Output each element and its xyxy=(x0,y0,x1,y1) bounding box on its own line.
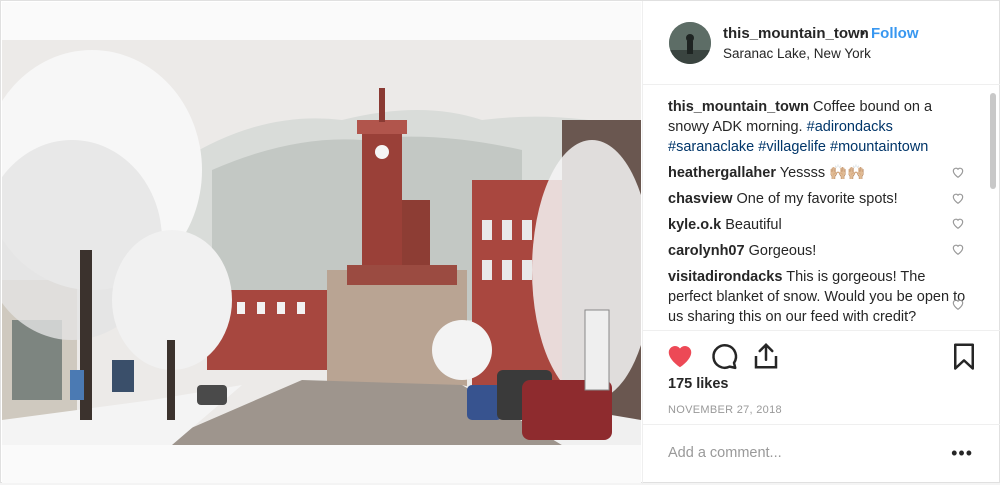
more-options-icon[interactable]: ••• xyxy=(951,443,973,464)
comment-username[interactable]: heathergallaher xyxy=(668,165,776,181)
comment-text: Gorgeous! xyxy=(748,243,817,259)
comment-item: kyle.o.k Beautiful xyxy=(668,215,968,235)
heart-outline-icon[interactable] xyxy=(951,297,965,311)
post-date[interactable]: NOVEMBER 27, 2018 xyxy=(668,404,782,416)
comment-text: Beautiful xyxy=(725,217,782,233)
heart-outline-icon[interactable] xyxy=(951,165,965,179)
comment-username[interactable]: kyle.o.k xyxy=(668,217,721,233)
add-comment-input[interactable]: Add a comment... xyxy=(668,445,782,461)
heart-filled-icon[interactable] xyxy=(665,341,695,371)
post-sidebar: this_mountain_town • Follow Saranac Lake… xyxy=(642,1,1000,484)
likes-count[interactable]: 175 likes xyxy=(668,376,728,392)
comment-username[interactable]: carolynh07 xyxy=(668,243,745,259)
comment-item: chasview One of my favorite spots! xyxy=(668,189,968,209)
comments-scrollbar[interactable] xyxy=(990,93,996,189)
comment-item: visitadirondacks This is gorgeous! The p… xyxy=(668,267,968,327)
comment-text: Yessss 🙌🏼🙌🏼 xyxy=(779,165,866,181)
caption: this_mountain_town Coffee bound on a sno… xyxy=(668,97,968,157)
location-link[interactable]: Saranac Lake, New York xyxy=(723,46,871,61)
comments-list[interactable]: this_mountain_town Coffee bound on a sno… xyxy=(668,97,968,329)
username[interactable]: this_mountain_town xyxy=(723,25,869,42)
heart-outline-icon[interactable] xyxy=(951,216,965,230)
caption-username[interactable]: this_mountain_town xyxy=(668,99,809,115)
comment-item: carolynh07 Gorgeous! xyxy=(668,241,968,261)
follow-button[interactable]: Follow xyxy=(871,25,919,42)
share-icon[interactable] xyxy=(751,341,781,371)
bookmark-icon[interactable] xyxy=(949,341,979,371)
heart-outline-icon[interactable] xyxy=(951,191,965,205)
comment-item: heathergallaher Yessss 🙌🏼🙌🏼 xyxy=(668,163,968,183)
heart-outline-icon[interactable] xyxy=(951,242,965,256)
instagram-post: this_mountain_town • Follow Saranac Lake… xyxy=(0,0,1000,484)
separator-dot: • xyxy=(860,25,866,42)
comment-bubble-icon[interactable] xyxy=(709,341,739,371)
post-header: this_mountain_town • Follow Saranac Lake… xyxy=(643,1,1000,85)
comment-bar: Add a comment... ••• xyxy=(643,424,1000,485)
snowy-street-image xyxy=(2,40,641,445)
comment-username[interactable]: visitadirondacks xyxy=(668,269,782,285)
comment-text: One of my favorite spots! xyxy=(736,191,898,207)
post-photo[interactable] xyxy=(2,40,641,445)
avatar-image xyxy=(669,22,711,64)
action-bar: 175 likes NOVEMBER 27, 2018 xyxy=(643,330,1000,431)
avatar[interactable] xyxy=(669,22,711,64)
photo-container xyxy=(2,2,641,483)
comment-username[interactable]: chasview xyxy=(668,191,733,207)
